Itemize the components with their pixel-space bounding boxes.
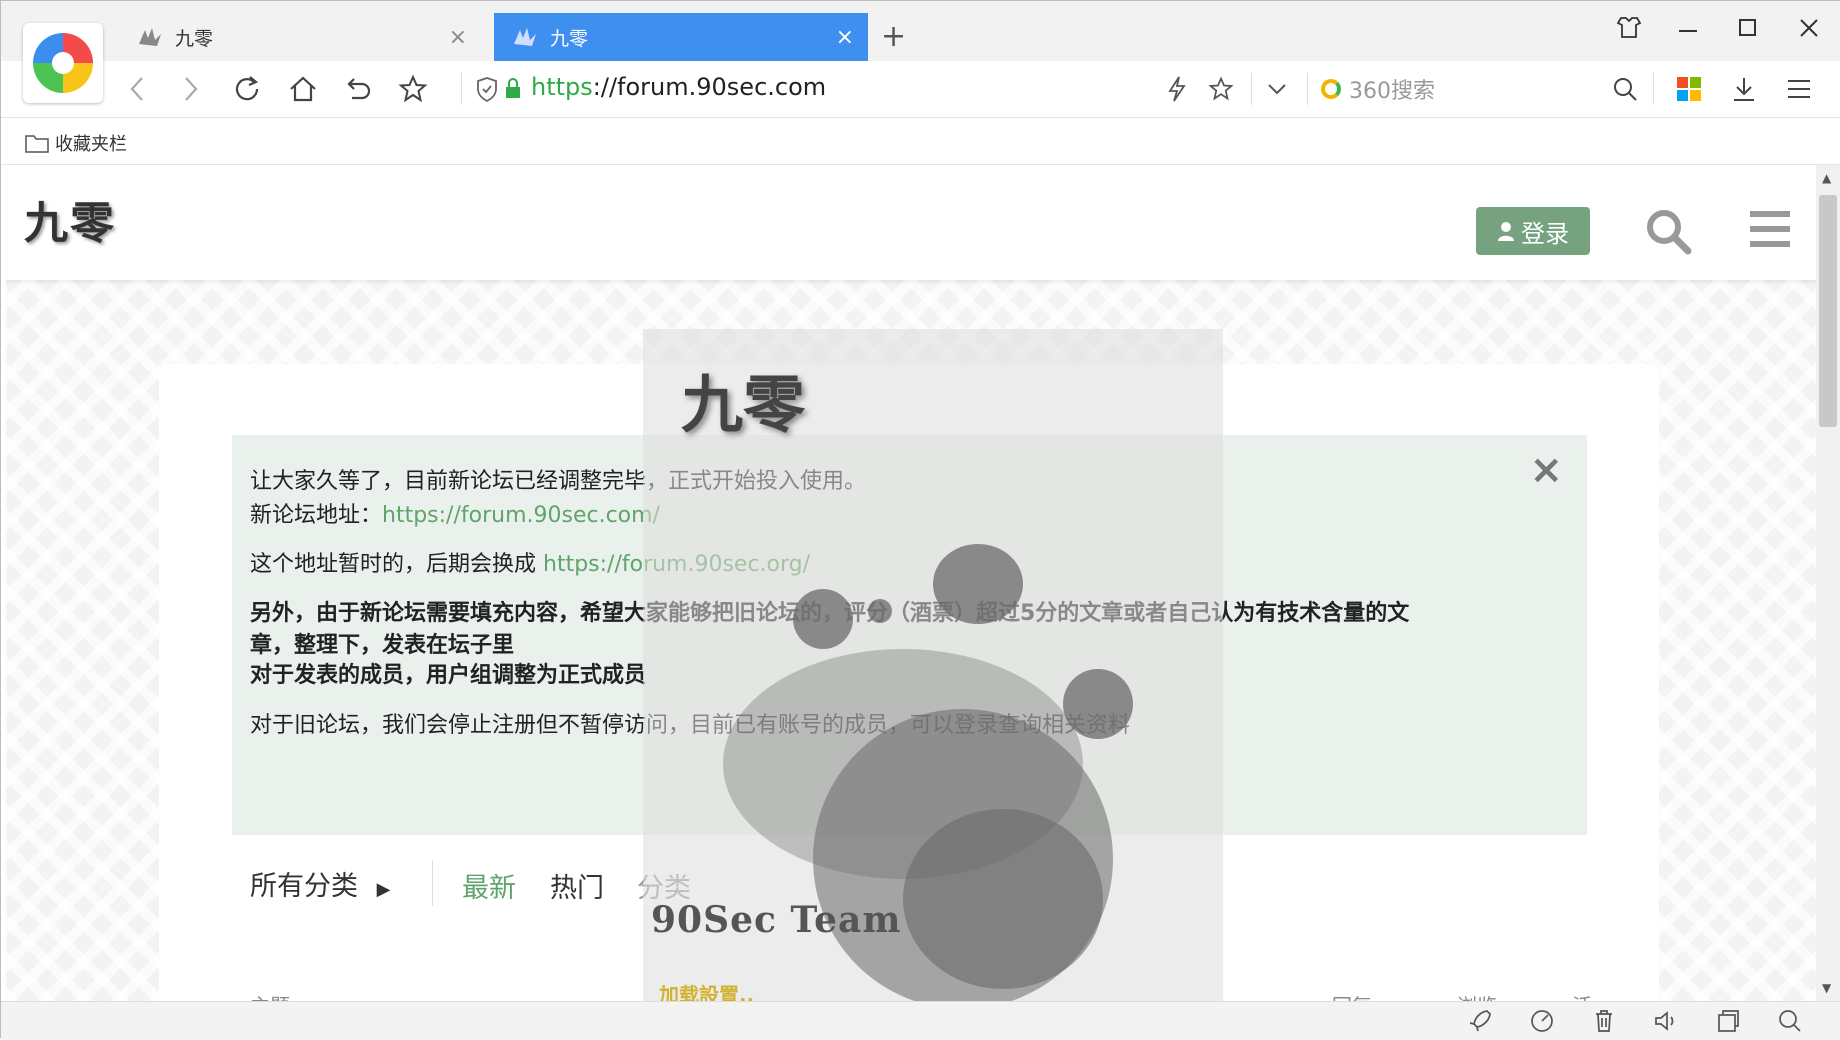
all-categories-label: 所有分类 [250, 871, 358, 902]
tab-title: 九零 [175, 27, 214, 50]
address-toolbar: https://forum.90sec.com 360搜索 [1, 61, 1840, 118]
bookmark-folder[interactable]: 收藏夹栏 [25, 130, 127, 156]
skin-icon[interactable] [1616, 15, 1642, 45]
site-logo[interactable]: 九零 [24, 187, 116, 251]
close-window-icon[interactable] [1798, 15, 1820, 45]
new-tab-button[interactable]: + [881, 19, 906, 54]
url-field[interactable]: https://forum.90sec.com [531, 73, 826, 101]
tab-latest[interactable]: 最新 [462, 866, 516, 905]
ink-splash [1063, 669, 1133, 739]
site-header: 九零 登录 [6, 165, 1816, 280]
close-tab-icon[interactable]: × [449, 25, 467, 50]
bookmark-star-icon[interactable] [1203, 71, 1239, 107]
user-icon [1498, 222, 1514, 241]
rocket-icon[interactable] [1467, 1008, 1493, 1034]
tab-inactive[interactable]: 九零 × [119, 13, 481, 61]
menu-icon[interactable] [1781, 71, 1817, 107]
page-scrollbar[interactable]: ▲ ▼ [1816, 165, 1840, 1001]
site-menu-icon[interactable] [1748, 209, 1792, 253]
notice-bold-3: 对于发表的成员，用户组调整为正式成员 [250, 663, 647, 688]
minimize-icon[interactable] [1677, 15, 1699, 45]
scroll-up-icon[interactable]: ▲ [1822, 171, 1831, 185]
loader-team-name: 90Sec Team [651, 899, 902, 941]
new-forum-link[interactable]: https://forum.90sec.com/ [382, 503, 660, 528]
maximize-icon[interactable] [1737, 15, 1759, 45]
bookmarks-bar: 收藏夹栏 [1, 118, 1840, 165]
back-icon[interactable] [119, 71, 155, 107]
apps-grid-icon[interactable] [1671, 71, 1707, 107]
ink-splash [903, 809, 1103, 989]
column-topic: 主题 [250, 990, 290, 1001]
search-engine-icon [1321, 79, 1341, 99]
favorite-star-icon[interactable] [395, 71, 431, 107]
undo-close-icon[interactable] [339, 71, 375, 107]
tab-hot[interactable]: 热门 [550, 866, 604, 905]
notice-bold-2: 章，整理下，发表在坛子里 [250, 633, 515, 658]
column-activity: 活动 [1572, 990, 1592, 1001]
login-label: 登录 [1521, 219, 1569, 248]
reload-icon[interactable] [229, 71, 265, 107]
search-icon[interactable] [1607, 71, 1643, 107]
site-search-icon[interactable] [1644, 207, 1692, 259]
site-favicon-icon [137, 26, 163, 48]
lock-icon [495, 71, 531, 107]
ink-splash [793, 589, 853, 649]
speed-icon[interactable] [1529, 1008, 1555, 1034]
zoom-icon[interactable] [1777, 1008, 1803, 1034]
url-scheme: https [531, 73, 593, 101]
volume-icon[interactable] [1653, 1008, 1679, 1034]
column-views: 浏览 [1457, 990, 1497, 1001]
browser-logo-icon[interactable] [23, 23, 103, 103]
site-favicon-icon [512, 26, 538, 48]
login-button[interactable]: 登录 [1476, 207, 1590, 255]
tab-title: 九零 [550, 27, 589, 50]
home-icon[interactable] [285, 71, 321, 107]
ink-splash [933, 544, 1023, 624]
lightning-icon[interactable] [1159, 71, 1195, 107]
close-banner-icon[interactable]: × [1529, 447, 1563, 493]
column-replies: 回复 [1332, 990, 1372, 1001]
close-tab-icon[interactable]: × [836, 25, 854, 50]
status-bar [1, 1001, 1840, 1040]
scroll-down-icon[interactable]: ▼ [1822, 981, 1831, 995]
forward-icon[interactable] [173, 71, 209, 107]
search-input[interactable]: 360搜索 [1321, 73, 1641, 105]
browser-window: 九零 × 九零 × + https://forum.90sec.com 360搜… [0, 0, 1840, 1040]
loading-overlay: 九零 90Sec Team 加载設置.. [643, 329, 1223, 1019]
loader-logo: 九零 [681, 368, 806, 441]
window-icon[interactable] [1715, 1008, 1741, 1034]
url-host: ://forum.90sec.com [592, 73, 827, 101]
ink-splash [868, 599, 892, 623]
bookmark-folder-label: 收藏夹栏 [55, 134, 127, 155]
caret-right-icon: ▶ [376, 879, 391, 900]
notice-line-2: 新论坛地址：https://forum.90sec.com/ [250, 503, 660, 528]
folder-icon [25, 135, 49, 153]
tab-strip: 九零 × 九零 × + [1, 1, 1840, 62]
tab-active[interactable]: 九零 × [494, 13, 868, 61]
trash-icon[interactable] [1591, 1008, 1617, 1034]
all-categories-dropdown[interactable]: 所有分类 ▶ [250, 864, 390, 903]
search-placeholder: 360搜索 [1349, 79, 1435, 104]
chevron-down-icon[interactable] [1259, 71, 1295, 107]
download-icon[interactable] [1726, 71, 1762, 107]
scroll-thumb[interactable] [1819, 195, 1837, 427]
